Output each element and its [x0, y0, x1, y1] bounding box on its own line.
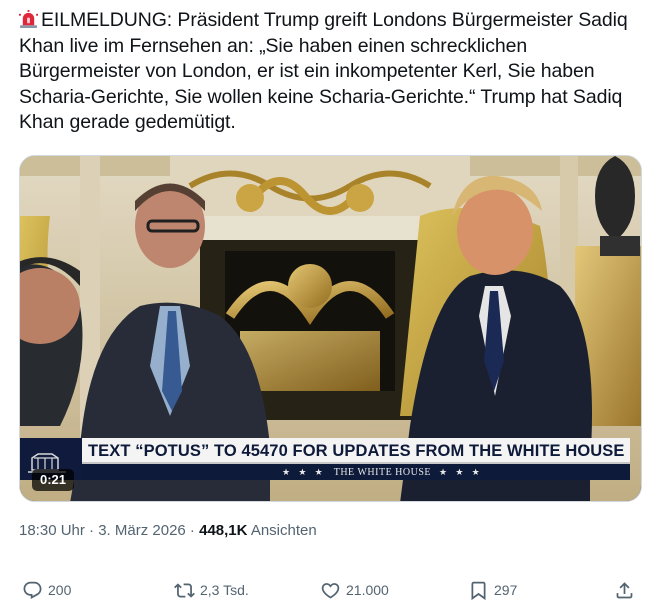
share-icon [616, 581, 633, 598]
tweet-date[interactable]: 3. März 2026 [98, 522, 186, 539]
views-label: Ansichten [247, 522, 317, 539]
stars-right: ★ ★ ★ [439, 467, 483, 477]
lower-third-org: THE WHITE HOUSE [333, 467, 432, 478]
lower-third-banner: TEXT “POTUS” TO 45470 FOR UPDATES FROM T… [20, 438, 630, 480]
tweet-actions: 200 2,3 Tsd. 21.000 297 [0, 576, 662, 604]
reply-button[interactable]: 200 [22, 576, 71, 604]
reply-icon [23, 581, 42, 599]
views-count[interactable]: 448,1K [199, 522, 247, 539]
meta-separator-2: · [185, 522, 200, 539]
rotating-light-icon [19, 10, 38, 29]
bookmark-count: 297 [494, 582, 518, 598]
heart-icon [321, 582, 340, 599]
video-duration-badge: 0:21 [32, 469, 75, 491]
like-button[interactable]: 21.000 [320, 576, 389, 604]
lower-third-headline: TEXT “POTUS” TO 45470 FOR UPDATES FROM T… [82, 438, 630, 464]
repost-button[interactable]: 2,3 Tsd. [174, 576, 249, 604]
bookmark-icon [471, 581, 486, 600]
bookmark-button[interactable]: 297 [468, 576, 517, 604]
repost-count: 2,3 Tsd. [200, 582, 249, 598]
tweet-body: EILMELDUNG: Präsident Trump greift Londo… [19, 9, 628, 134]
meta-separator: · [84, 522, 99, 539]
repost-icon [174, 582, 195, 598]
share-button[interactable] [614, 576, 640, 604]
tweet-text: EILMELDUNG: Präsident Trump greift Londo… [19, 8, 649, 136]
tweet-meta: 18:30 Uhr · 3. März 2026 · 448,1K Ansich… [19, 522, 317, 539]
tweet-time[interactable]: 18:30 Uhr [19, 522, 85, 539]
reply-count: 200 [48, 582, 72, 598]
video-player[interactable]: TEXT “POTUS” TO 45470 FOR UPDATES FROM T… [19, 155, 642, 502]
lower-third-subtitle: ★ ★ ★ THE WHITE HOUSE ★ ★ ★ [82, 464, 630, 480]
stars-left: ★ ★ ★ [282, 467, 326, 477]
like-count: 21.000 [346, 582, 389, 598]
